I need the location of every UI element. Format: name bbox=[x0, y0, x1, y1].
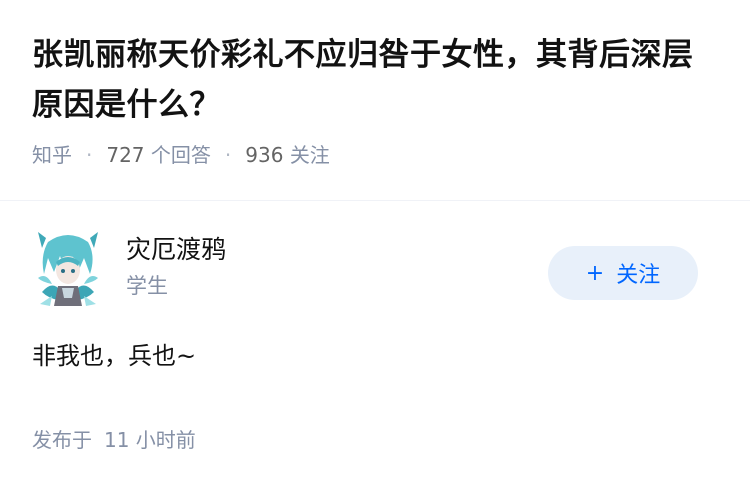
follow-button[interactable]: + 关注 bbox=[548, 246, 698, 300]
question-title[interactable]: 张凯丽称天价彩礼不应归咎于女性，其背后深层原因是什么？ bbox=[32, 30, 722, 130]
answer-content[interactable]: 非我也，兵也~ bbox=[32, 338, 722, 374]
answers-count: 727 bbox=[106, 143, 145, 167]
publish-prefix: 发布于 bbox=[32, 428, 92, 452]
meta-separator: · bbox=[224, 143, 232, 167]
followers-label: 关注 bbox=[289, 143, 330, 167]
source-label[interactable]: 知乎 bbox=[32, 140, 72, 170]
author-name[interactable]: 灾厄渡鸦 bbox=[126, 233, 226, 267]
avatar[interactable] bbox=[32, 228, 104, 308]
follow-label: 关注 bbox=[616, 263, 661, 288]
followers-stat[interactable]: 936 关注 bbox=[245, 140, 330, 170]
plus-icon: + bbox=[585, 260, 605, 286]
author-bio: 学生 bbox=[126, 274, 168, 298]
followers-count: 936 bbox=[245, 143, 284, 167]
anime-avatar-icon bbox=[38, 232, 98, 306]
publish-value: 11 小时前 bbox=[104, 428, 196, 452]
author-info: 灾厄渡鸦 学生 bbox=[126, 233, 226, 303]
question-meta: 知乎 · 727 个回答 · 936 关注 bbox=[32, 140, 722, 170]
answers-label: 个回答 bbox=[150, 143, 211, 167]
meta-separator: · bbox=[86, 143, 93, 167]
answers-stat[interactable]: 727 个回答 bbox=[106, 140, 211, 170]
answer-card: 灾厄渡鸦 学生 + 关注 非我也，兵也~ bbox=[32, 228, 722, 374]
publish-time: 发布于 11 小时前 bbox=[32, 424, 196, 453]
question-header: 张凯丽称天价彩礼不应归咎于女性，其背后深层原因是什么？ 知乎 · 727 个回答… bbox=[32, 30, 722, 170]
section-divider bbox=[0, 200, 750, 201]
